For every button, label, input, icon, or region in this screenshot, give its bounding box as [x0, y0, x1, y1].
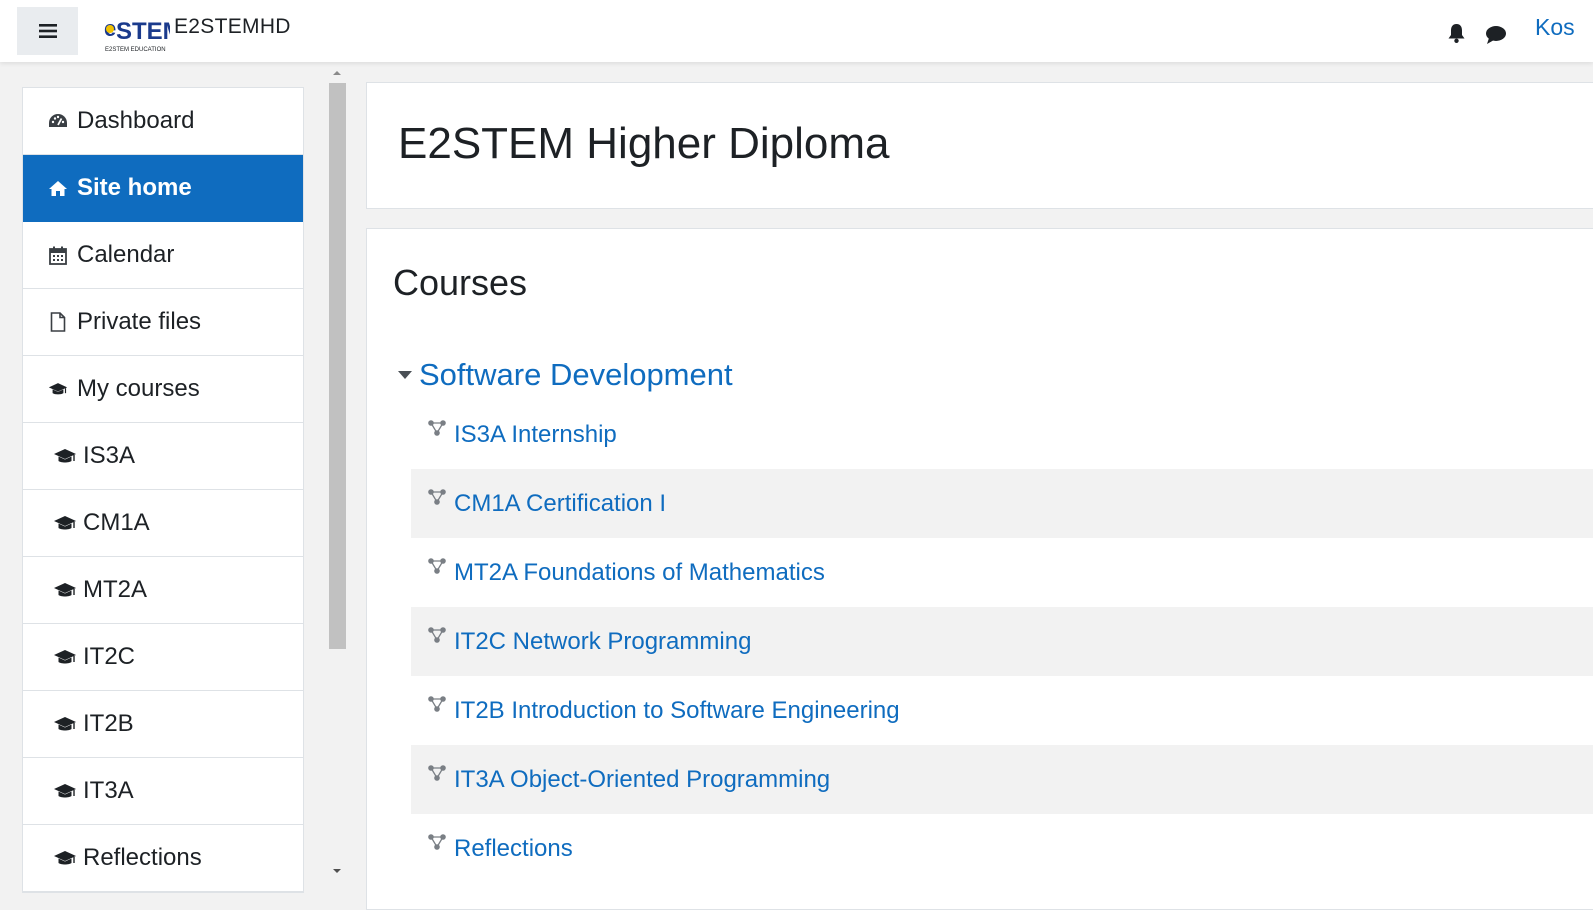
graduation-cap-icon [53, 848, 77, 868]
drawer-item-course-it3a[interactable]: IT3A [23, 758, 303, 825]
graduation-cap-icon [53, 647, 77, 667]
drawer-item-label: Reflections [83, 844, 202, 871]
graduation-cap-icon [48, 379, 68, 399]
course-row: CM1A Certification I [411, 469, 1593, 538]
drawer-item-label: IT2B [83, 710, 134, 737]
nav-drawer: Dashboard Site home Calendar Private fil… [0, 62, 347, 896]
drawer-item-course-cm1a[interactable]: CM1A [23, 490, 303, 557]
bell-icon[interactable] [1447, 22, 1466, 49]
course-link[interactable]: MT2A Foundations of Mathematics [454, 559, 825, 587]
file-icon [48, 312, 68, 332]
drawer-item-private-files[interactable]: Private files [23, 289, 303, 356]
drawer-item-label: Dashboard [77, 107, 195, 134]
courses-card: Courses Software Development IS3A Intern… [366, 228, 1593, 910]
course-link[interactable]: IT3A Object-Oriented Programming [454, 766, 830, 794]
page-header-card: E2STEM Higher Diploma [366, 82, 1593, 209]
home-icon [48, 178, 68, 198]
course-icon [428, 764, 446, 781]
course-list: IS3A Internship CM1A Certification I MT2… [411, 400, 1593, 883]
graduation-cap-icon [53, 781, 77, 801]
course-row: Reflections [411, 814, 1593, 883]
user-menu-link[interactable]: Kos [1535, 14, 1575, 41]
graduation-cap-icon [53, 580, 77, 600]
menu-toggle-button[interactable] [17, 7, 78, 55]
course-row: IS3A Internship [411, 400, 1593, 469]
drawer-item-label: CM1A [83, 509, 150, 536]
drawer-item-label: Private files [77, 308, 202, 335]
drawer-item-label: IT2C [83, 643, 136, 670]
category-name[interactable]: Software Development [419, 357, 733, 393]
drawer-item-dashboard[interactable]: Dashboard [23, 88, 303, 155]
course-link[interactable]: IT2B Introduction to Software Engineerin… [454, 697, 900, 725]
course-link[interactable]: IT2C Network Programming [454, 628, 751, 656]
course-link[interactable]: IS3A Internship [454, 421, 617, 449]
dashboard-icon [48, 111, 68, 131]
drawer-item-site-home[interactable]: Site home [23, 155, 303, 222]
drawer-item-label: IT3A [83, 777, 134, 804]
chat-bubble-icon[interactable] [1485, 25, 1507, 50]
course-icon [428, 419, 446, 436]
drawer-item-course-reflections[interactable]: Reflections [23, 825, 303, 892]
drawer-item-label: Calendar [77, 241, 175, 268]
drawer-item-label: Site home [77, 174, 192, 201]
drawer-item-course-it2b[interactable]: IT2B [23, 691, 303, 758]
category-toggle[interactable]: Software Development [397, 357, 733, 393]
course-row: IT2C Network Programming [411, 607, 1593, 676]
drawer-item-label: MT2A [83, 576, 148, 603]
svg-text:STEM: STEM [116, 18, 170, 45]
course-row: IT3A Object-Oriented Programming [411, 745, 1593, 814]
scroll-up-arrow-icon[interactable] [332, 69, 342, 76]
scroll-down-arrow-icon[interactable] [332, 868, 342, 875]
course-icon [428, 833, 446, 850]
course-row: MT2A Foundations of Mathematics [411, 538, 1593, 607]
top-navbar: e STEM E2STEM EDUCATION E2STEMHD Kos [0, 0, 1593, 62]
site-logo[interactable]: e STEM E2STEM EDUCATION [102, 6, 170, 54]
graduation-cap-icon [53, 714, 77, 734]
course-icon [428, 626, 446, 643]
graduation-cap-icon [53, 513, 77, 533]
site-name[interactable]: E2STEMHD [174, 15, 291, 39]
page-title: E2STEM Higher Diploma [398, 119, 890, 168]
caret-down-icon [398, 371, 412, 379]
drawer-item-course-mt2a[interactable]: MT2A [23, 557, 303, 624]
drawer-item-label: IS3A [83, 442, 136, 469]
course-icon [428, 488, 446, 505]
drawer-item-my-courses[interactable]: My courses [23, 356, 303, 423]
graduation-cap-icon [53, 446, 77, 466]
drawer-scrollbar-thumb[interactable] [329, 83, 346, 649]
drawer-item-label: My courses [77, 375, 200, 402]
svg-text:E2STEM EDUCATION: E2STEM EDUCATION [105, 47, 166, 53]
drawer-item-course-it2c[interactable]: IT2C [23, 624, 303, 691]
drawer-item-course-is3a[interactable]: IS3A [23, 423, 303, 490]
course-row: IT2B Introduction to Software Engineerin… [411, 676, 1593, 745]
course-icon [428, 557, 446, 574]
course-icon [428, 695, 446, 712]
drawer-nav-list: Dashboard Site home Calendar Private fil… [22, 87, 304, 893]
calendar-icon [48, 245, 68, 265]
course-link[interactable]: Reflections [454, 835, 573, 863]
course-link[interactable]: CM1A Certification I [454, 490, 666, 518]
drawer-item-calendar[interactable]: Calendar [23, 222, 303, 289]
courses-heading: Courses [393, 262, 528, 303]
hamburger-menu-icon [38, 24, 57, 38]
